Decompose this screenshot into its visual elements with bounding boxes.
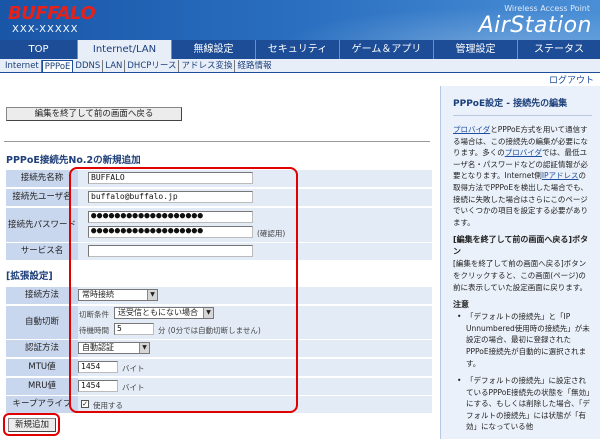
chevron-down-icon: ▼ — [147, 290, 157, 300]
mru-input[interactable]: 1454 — [78, 380, 118, 392]
wait-time-label: 待機時間 — [79, 326, 109, 335]
row-auto-disconnect: 自動切断 切断条件 送受信ともにない場合 ▼ 待機時間 5 分 (0分では自動切… — [6, 306, 432, 339]
subtab-dhcp-lease[interactable]: DHCPリース — [125, 60, 180, 72]
buffalo-logo: BUFFALO — [8, 3, 96, 24]
tab-game-apps[interactable]: ゲーム＆アプリ — [340, 40, 434, 59]
airstation-brand: AirStation — [478, 13, 592, 38]
subtab-pppoe[interactable]: PPPoE — [41, 60, 74, 72]
product-tagline: Wireless Access Point — [504, 4, 590, 13]
connection-name-input[interactable]: BUFFALO — [88, 172, 253, 184]
password-label: 接続先パスワード — [6, 208, 78, 242]
wait-time-note: 分 (0分では自動切断しません) — [158, 326, 261, 335]
disconnect-condition-value: 送受信ともにない場合 — [118, 308, 198, 317]
tab-wireless[interactable]: 無線設定 — [172, 40, 256, 59]
logout-link[interactable]: ログアウト — [549, 73, 594, 86]
help-title: PPPoE設定 - 接続先の編集 — [453, 99, 568, 109]
auto-disconnect-label: 自動切断 — [6, 306, 78, 339]
chevron-down-icon: ▼ — [139, 343, 149, 353]
sub-nav: Internet PPPoE DDNS LAN DHCPリース アドレス変換 経… — [0, 59, 600, 73]
tab-security[interactable]: セキュリティ — [256, 40, 340, 59]
row-username: 接続先ユーザ名 buffalo@buffalo.jp — [6, 189, 432, 206]
row-mtu: MTU値 1454 バイト — [6, 359, 432, 376]
keepalive-checkbox[interactable]: ✓ — [81, 400, 89, 408]
section-title: PPPoE接続先No.2の新規追加 — [6, 155, 141, 166]
tab-internet-lan[interactable]: Internet/LAN — [78, 40, 172, 59]
mtu-label: MTU値 — [6, 359, 78, 376]
provider-link[interactable]: プロバイダ — [453, 125, 490, 134]
help-panel: PPPoE設定 - 接続先の編集 プロバイダとPPPoE方式を用いて通信する場合… — [440, 86, 600, 439]
help-back-heading: [編集を終了して前の画面へ戻る]ボタン — [453, 235, 589, 257]
tab-admin[interactable]: 管理設定 — [434, 40, 518, 59]
provider-link-2[interactable]: プロバイダ — [505, 148, 542, 157]
password-input[interactable]: ●●●●●●●●●●●●●●●●●●● — [88, 211, 253, 223]
extended-settings-title: [拡張設定] — [6, 271, 53, 282]
help-note-item: 「デフォルトの接続先」に設定されているPPPoE接続先の状態を「無効」にする、も… — [457, 375, 592, 433]
help-back-text: [編集を終了して前の画面へ戻る]ボタンをクリックすると、この画面(ページ)の前に… — [453, 259, 588, 292]
keepalive-checkbox-label: 使用する — [93, 401, 123, 410]
tab-top[interactable]: TOP — [0, 40, 78, 59]
auth-method-label: 認証方法 — [6, 340, 78, 357]
help-note-list: 「デフォルトの接続先」と「IP Unnumbered使用時の接続先」が未設定の場… — [457, 311, 592, 433]
add-new-button[interactable]: 新規追加 — [8, 418, 56, 432]
username-label: 接続先ユーザ名 — [6, 189, 78, 206]
subtab-ddns[interactable]: DDNS — [73, 60, 104, 72]
subtab-address-translation[interactable]: アドレス変換 — [179, 60, 236, 72]
help-divider — [453, 115, 592, 116]
connection-name-label: 接続先名称 — [6, 170, 78, 187]
row-auth-method: 認証方法 自動認証 ▼ — [6, 340, 432, 357]
back-button[interactable]: 編集を終了して前の画面へ戻る — [6, 107, 182, 121]
header-banner: BUFFALO XXX-XXXXX Wireless Access Point … — [0, 0, 600, 40]
help-note-item: 「デフォルトの接続先」と「IP Unnumbered使用時の接続先」が未設定の場… — [457, 311, 592, 369]
main-nav: TOP Internet/LAN 無線設定 セキュリティ ゲーム＆アプリ 管理設… — [0, 40, 600, 59]
help-note-heading: 注意 — [453, 300, 469, 310]
row-keepalive: キープアライブ ✓ 使用する — [6, 396, 432, 413]
connection-method-label: 接続方法 — [6, 287, 78, 304]
subtab-lan[interactable]: LAN — [103, 60, 126, 72]
section-divider — [4, 141, 430, 142]
username-input[interactable]: buffalo@buffalo.jp — [88, 191, 253, 203]
row-connection-method: 接続方法 常時接続 ▼ — [6, 287, 432, 304]
keepalive-label: キープアライブ — [6, 396, 78, 413]
row-password: 接続先パスワード ●●●●●●●●●●●●●●●●●●● ●●●●●●●●●●●… — [6, 208, 432, 242]
mru-label: MRU値 — [6, 378, 78, 395]
auth-method-select[interactable]: 自動認証 ▼ — [78, 342, 150, 354]
connection-method-select[interactable]: 常時接続 ▼ — [78, 289, 158, 301]
mtu-input[interactable]: 1454 — [78, 361, 118, 373]
row-connection-name: 接続先名称 BUFFALO — [6, 170, 432, 187]
connection-method-value: 常時接続 — [82, 290, 114, 299]
mru-unit: バイト — [122, 383, 145, 392]
disconnect-condition-select[interactable]: 送受信ともにない場合 ▼ — [114, 307, 214, 319]
password-confirm-input[interactable]: ●●●●●●●●●●●●●●●●●●● — [88, 226, 253, 238]
password-confirm-note: (確認用) — [257, 229, 286, 238]
row-service-name: サービス名 — [6, 243, 432, 260]
mtu-unit: バイト — [122, 364, 145, 373]
tab-status[interactable]: ステータス — [518, 40, 600, 59]
subtab-internet[interactable]: Internet — [3, 60, 42, 72]
row-mru: MRU値 1454 バイト — [6, 378, 432, 395]
disconnect-condition-label: 切断条件 — [79, 310, 109, 319]
chevron-down-icon: ▼ — [203, 308, 213, 318]
wait-time-input[interactable]: 5 — [114, 323, 154, 335]
service-name-label: サービス名 — [6, 243, 78, 260]
subtab-routing[interactable]: 経路情報 — [235, 60, 273, 72]
help-intro: プロバイダとPPPoE方式を用いて通信する場合は、この接続先の編集が必要になりま… — [453, 124, 592, 228]
model-name: XXX-XXXXX — [12, 24, 79, 35]
auth-method-value: 自動認証 — [82, 343, 114, 352]
service-name-input[interactable] — [88, 245, 253, 257]
ip-address-link[interactable]: IPアドレス — [542, 171, 579, 180]
